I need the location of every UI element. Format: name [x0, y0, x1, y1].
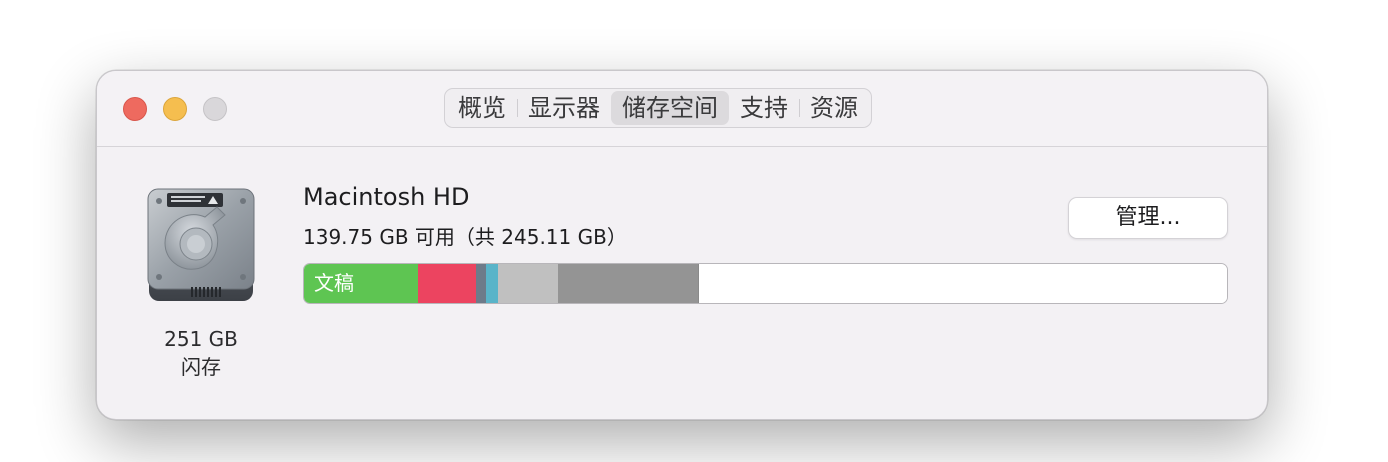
close-button[interactable] [123, 97, 147, 121]
disk-type: 闪存 [181, 355, 221, 379]
storage-segment-free [698, 264, 1227, 303]
tab-resources[interactable]: 资源 [799, 91, 869, 125]
tab-bar: 概览 显示器 储存空间 支持 资源 [444, 88, 872, 128]
tab-support[interactable]: 支持 [729, 91, 799, 125]
about-this-mac-window: 概览 显示器 储存空间 支持 资源 251 GB 闪存 Macintosh HD… [96, 70, 1268, 420]
minimize-button[interactable] [163, 97, 187, 121]
volume-name: Macintosh HD [303, 183, 470, 211]
storage-segment-label: 文稿 [314, 271, 354, 295]
tab-displays[interactable]: 显示器 [517, 91, 611, 125]
storage-segment-documents[interactable]: 文稿 [304, 264, 418, 303]
storage-segment-other[interactable] [497, 264, 558, 303]
manage-button[interactable]: 管理... [1068, 197, 1228, 239]
disk-info: 251 GB 闪存 [137, 325, 265, 381]
hard-drive-icon [147, 188, 255, 301]
storage-usage-bar[interactable]: 文稿 [303, 263, 1228, 304]
zoom-button[interactable] [203, 97, 227, 121]
storage-segment-system[interactable] [557, 264, 699, 303]
storage-segment-apps[interactable] [417, 264, 476, 303]
disk-capacity: 251 GB [164, 327, 238, 351]
volume-available: 139.75 GB 可用（共 245.11 GB） [303, 225, 627, 249]
tab-overview[interactable]: 概览 [447, 91, 517, 125]
storage-segment-segment-3[interactable] [475, 264, 486, 303]
storage-segment-segment-4[interactable] [485, 264, 498, 303]
titlebar: 概览 显示器 储存空间 支持 资源 [97, 71, 1267, 147]
tab-storage[interactable]: 储存空间 [611, 91, 729, 125]
